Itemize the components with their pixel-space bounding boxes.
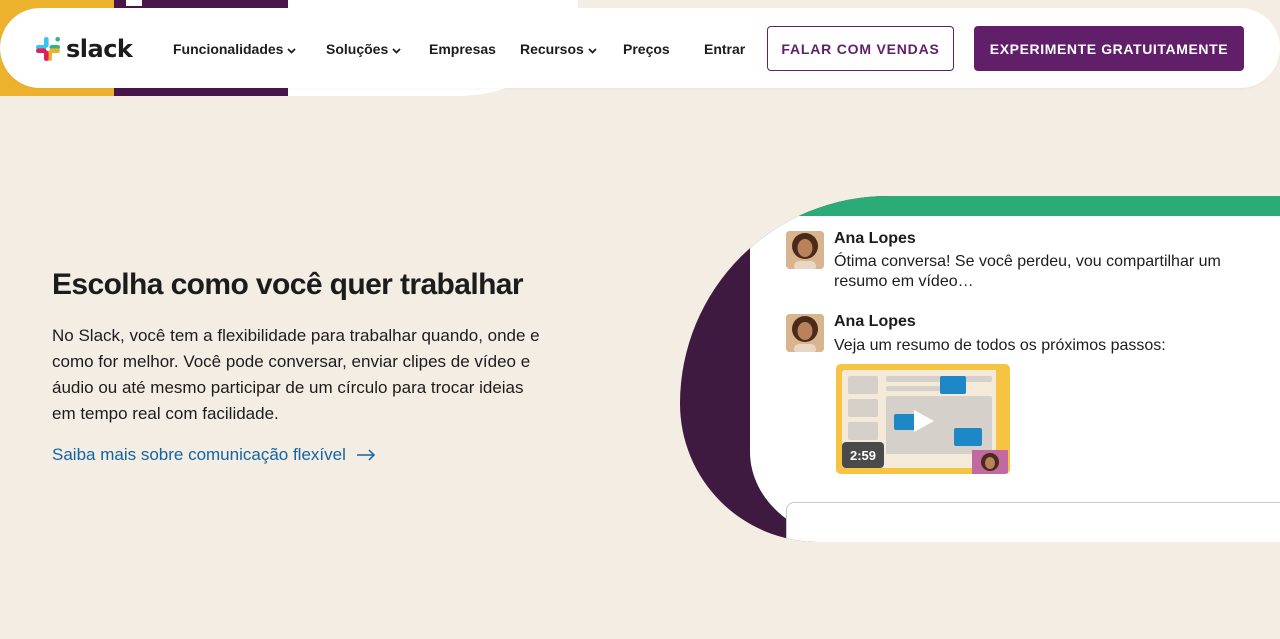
page: slack Funcionalidades Soluções Empresas …	[0, 0, 1280, 639]
slack-logo-icon	[35, 36, 61, 62]
message-composer[interactable]	[786, 502, 1280, 542]
nav-item-label: Recursos	[520, 41, 584, 57]
video-clip-thumbnail[interactable]: 2:59	[836, 364, 1010, 474]
message-text: Veja um resumo de todos os próximos pass…	[834, 337, 1166, 354]
talk-to-sales-button[interactable]: FALAR COM VENDAS	[767, 26, 954, 71]
video-duration: 2:59	[842, 442, 884, 468]
nav-item-label: Funcionalidades	[173, 41, 284, 57]
decor-notch	[126, 0, 142, 6]
slack-logo[interactable]: slack	[35, 35, 133, 63]
section-heading: Escolha como você quer trabalhar	[52, 268, 524, 301]
nav-item-label: Empresas	[429, 41, 496, 57]
message-author: Ana Lopes	[834, 313, 916, 330]
section-body-text: No Slack, você tem a flexibilidade para …	[52, 326, 540, 423]
illustration-green-band	[680, 196, 1280, 216]
nav-item-precos[interactable]: Preços	[623, 41, 670, 57]
nav-item-funcionalidades[interactable]: Funcionalidades	[173, 41, 297, 57]
avatar	[786, 231, 824, 269]
nav-item-solucoes[interactable]: Soluções	[326, 41, 401, 57]
top-navigation: slack Funcionalidades Soluções Empresas …	[0, 8, 1280, 88]
chevron-down-icon	[392, 41, 401, 57]
slack-logo-text: slack	[66, 35, 133, 63]
chat-illustration: Ana Lopes Ótima conversa! Se você perdeu…	[680, 196, 1280, 542]
nav-item-recursos[interactable]: Recursos	[520, 41, 597, 57]
try-free-button[interactable]: EXPERIMENTE GRATUITAMENTE	[974, 26, 1244, 71]
avatar	[786, 314, 824, 352]
nav-item-label: Soluções	[326, 41, 389, 57]
chevron-down-icon	[287, 41, 297, 57]
message-author: Ana Lopes	[834, 230, 916, 247]
learn-more-link-label: Saiba mais sobre comunicação flexível	[52, 445, 346, 464]
learn-more-link[interactable]: Saiba mais sobre comunicação flexível	[52, 445, 376, 465]
chevron-down-icon	[588, 41, 597, 57]
arrow-right-icon	[356, 449, 376, 461]
nav-item-entrar[interactable]: Entrar	[704, 41, 745, 57]
nav-item-label: Preços	[623, 41, 670, 57]
message-text: Ótima conversa! Se você perdeu, vou comp…	[834, 253, 1221, 290]
nav-item-empresas[interactable]: Empresas	[429, 41, 496, 57]
nav-item-label: Entrar	[704, 41, 746, 57]
